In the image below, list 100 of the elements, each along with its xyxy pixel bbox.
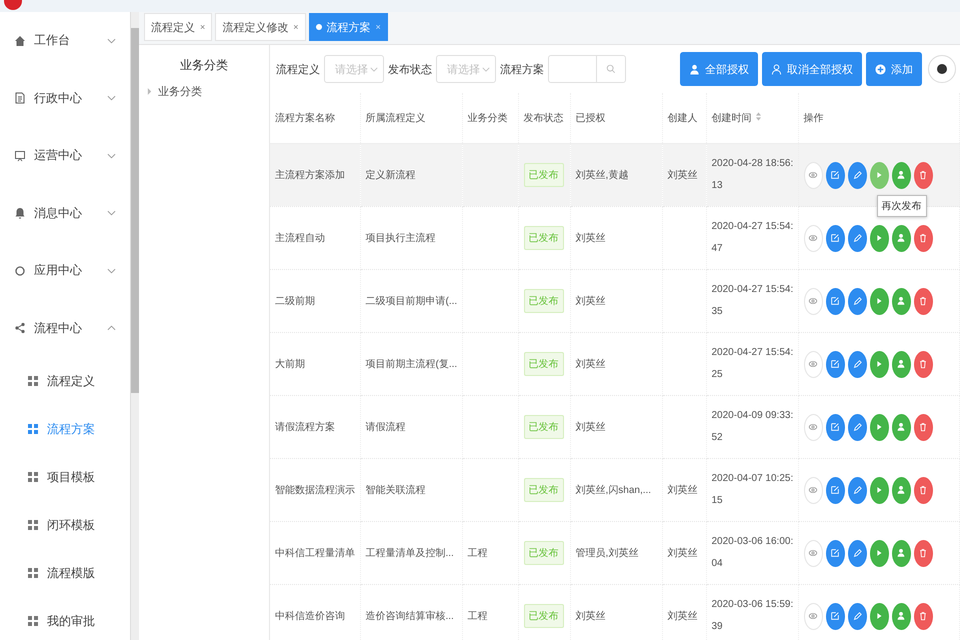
table-cell: 二级项目前期申请(... [366, 296, 458, 307]
edit-button[interactable] [826, 162, 844, 188]
user-button[interactable] [892, 350, 910, 378]
help-icon[interactable] [928, 55, 956, 83]
table-cell-text: 2020-04-07 10:25:15 [712, 472, 794, 508]
ring-icon [14, 264, 26, 277]
edit-button[interactable] [826, 602, 844, 630]
pen-icon [852, 296, 862, 306]
user-button[interactable] [892, 288, 910, 314]
play-button[interactable] [870, 224, 888, 252]
trash-button[interactable] [914, 350, 932, 378]
trash-button[interactable] [914, 476, 932, 504]
trash-button[interactable] [914, 224, 932, 252]
user-button[interactable] [892, 602, 910, 630]
tab[interactable]: 流程定义修改 × [215, 13, 306, 41]
table-cell: 请假流程方案 [275, 422, 335, 433]
table-cell: 二级前期 [275, 296, 315, 307]
play-button[interactable] [870, 288, 888, 314]
sort-icon[interactable] [756, 112, 760, 121]
edit-button[interactable] [826, 476, 844, 504]
pen-icon [852, 422, 862, 432]
sidebar-subitem[interactable]: 我的审批 [0, 597, 130, 640]
pen-icon [852, 170, 862, 180]
pen-button[interactable] [848, 540, 866, 566]
table-cell: 大前期 [275, 359, 305, 370]
document-icon [14, 92, 26, 104]
status-tag: 已发布 [524, 289, 564, 313]
sidebar-item[interactable]: 工作台 [0, 12, 130, 70]
trash-icon [918, 611, 928, 621]
status-tag: 已发布 [524, 352, 564, 376]
user-button[interactable] [892, 162, 910, 188]
edit-button[interactable] [826, 414, 844, 440]
trash-button[interactable] [914, 414, 932, 440]
eye-button[interactable] [804, 224, 822, 252]
edit-button[interactable] [826, 350, 844, 378]
close-icon[interactable]: × [200, 22, 206, 32]
trash-button[interactable] [914, 288, 932, 314]
eye-icon [808, 170, 818, 180]
trash-button[interactable] [914, 162, 932, 188]
play-button[interactable] [870, 350, 888, 378]
sidebar-item[interactable]: 运营中心 [0, 127, 130, 184]
eye-button[interactable] [804, 414, 822, 440]
eye-button[interactable] [804, 540, 822, 566]
sidebar-subitem[interactable]: 闭环模板 [0, 501, 130, 549]
user-button[interactable] [892, 476, 910, 504]
pen-button[interactable] [848, 224, 866, 252]
tree-node[interactable]: 业务分类 [139, 84, 269, 99]
table-cell: 中科信工程量清单 [275, 548, 355, 559]
search-field[interactable] [548, 55, 626, 83]
table-cell: 刘英丝 [576, 359, 606, 370]
edit-button[interactable] [826, 288, 844, 314]
pen-button[interactable] [848, 476, 866, 504]
trash-button[interactable] [914, 602, 932, 630]
close-icon[interactable]: × [293, 22, 299, 32]
eye-button[interactable] [804, 476, 822, 504]
edit-button[interactable] [826, 224, 844, 252]
tab[interactable]: 流程定义 × [144, 13, 212, 41]
user-button[interactable] [892, 224, 910, 252]
play-button[interactable] [870, 602, 888, 630]
user-icon [896, 296, 906, 306]
trash-icon [918, 359, 928, 369]
sidebar-subitem[interactable]: 项目模板 [0, 453, 130, 501]
pen-button[interactable] [848, 162, 866, 188]
trash-icon [918, 485, 928, 495]
table-cell: 请假流程 [366, 422, 406, 433]
eye-button[interactable] [804, 602, 822, 630]
edit-icon [830, 233, 840, 243]
scrollbar[interactable] [130, 12, 139, 640]
sidebar-subitem[interactable]: 流程定义 [0, 357, 130, 405]
sidebar-subitem[interactable]: 流程模版 [0, 549, 130, 597]
chevron-down-icon [370, 66, 378, 72]
sidebar-item[interactable]: 流程中心 [0, 300, 130, 357]
pen-button[interactable] [848, 288, 866, 314]
edit-icon [830, 485, 840, 495]
eye-icon [808, 422, 818, 432]
sidebar-item[interactable]: 消息中心 [0, 184, 130, 242]
play-button[interactable] [870, 414, 888, 440]
chevron-down-icon [107, 210, 116, 216]
user-icon [896, 233, 906, 243]
play-button[interactable] [870, 476, 888, 504]
pen-button[interactable] [848, 414, 866, 440]
pen-button[interactable] [848, 350, 866, 378]
user-icon [689, 64, 700, 74]
trash-button[interactable] [914, 540, 932, 566]
pen-button[interactable] [848, 602, 866, 630]
user-icon [896, 548, 906, 558]
table-cell: 刘英丝 [668, 170, 698, 181]
eye-button[interactable] [804, 162, 822, 188]
sidebar-item[interactable]: 应用中心 [0, 242, 130, 300]
eye-button[interactable] [804, 288, 822, 314]
play-button[interactable] [870, 162, 888, 188]
edit-button[interactable] [826, 540, 844, 566]
play-button[interactable] [870, 540, 888, 566]
table-cell: 工程量清单及控制... [366, 548, 454, 559]
user-button[interactable] [892, 414, 910, 440]
sidebar-item[interactable]: 行政中心 [0, 70, 130, 127]
chevron-down-icon [107, 38, 116, 44]
eye-button[interactable] [804, 350, 822, 378]
trash-icon [918, 548, 928, 558]
user-button[interactable] [892, 540, 910, 566]
